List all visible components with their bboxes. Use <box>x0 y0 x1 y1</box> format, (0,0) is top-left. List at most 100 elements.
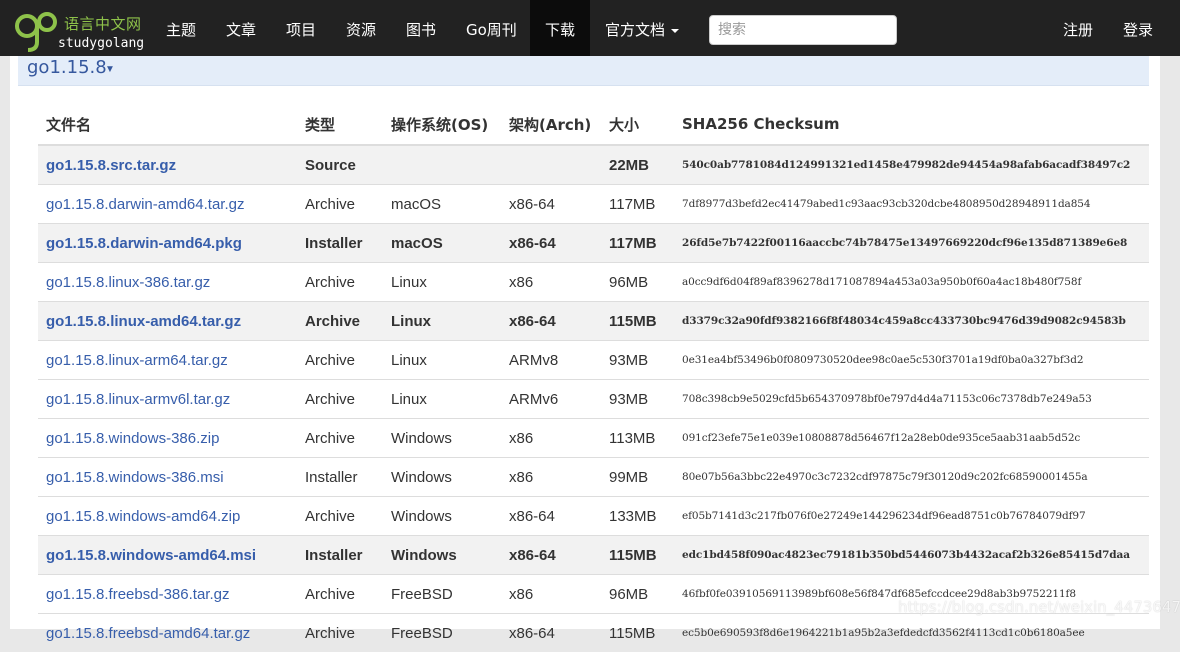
file-checksum: 26fd5e7b7422f00116aaccbc74b78475e1349766… <box>674 224 1149 263</box>
file-kind: Archive <box>297 419 383 458</box>
download-file-link[interactable]: go1.15.8.darwin-amd64.pkg <box>38 224 297 263</box>
file-kind: Source <box>297 145 383 185</box>
download-file-link[interactable]: go1.15.8.darwin-amd64.tar.gz <box>38 185 297 224</box>
nav-item-official-docs-label: 官方文档 <box>605 21 665 39</box>
gopher-logo-icon <box>14 6 60 52</box>
table-row: go1.15.8.windows-amd64.msiInstallerWindo… <box>38 536 1149 575</box>
file-kind: Installer <box>297 536 383 575</box>
file-arch <box>501 145 601 185</box>
file-arch: x86-64 <box>501 302 601 341</box>
site-logo[interactable]: 语言中文网 studygolang <box>14 6 144 52</box>
register-link[interactable]: 注册 <box>1048 0 1108 56</box>
nav-item-books[interactable]: 图书 <box>391 0 451 56</box>
file-os: Windows <box>383 536 501 575</box>
table-row: go1.15.8.freebsd-amd64.tar.gzArchiveFree… <box>38 614 1149 652</box>
file-checksum: a0cc9df6d04f89af8396278d171087894a453a03… <box>674 263 1149 302</box>
nav-item-topics[interactable]: 主题 <box>151 0 211 56</box>
download-file-link[interactable]: go1.15.8.windows-amd64.zip <box>38 497 297 536</box>
file-checksum: d3379c32a90fdf9382166f8f48034c459a8cc433… <box>674 302 1149 341</box>
file-size: 93MB <box>601 341 674 380</box>
table-row: go1.15.8.linux-386.tar.gzArchiveLinuxx86… <box>38 263 1149 302</box>
table-row: go1.15.8.windows-386.msiInstallerWindows… <box>38 458 1149 497</box>
file-os: Linux <box>383 263 501 302</box>
file-checksum: 708c398cb9e5029cfd5b654370978bf0e797d4d4… <box>674 380 1149 419</box>
file-arch: x86 <box>501 458 601 497</box>
file-os: Linux <box>383 302 501 341</box>
file-os: Windows <box>383 458 501 497</box>
file-os: macOS <box>383 224 501 263</box>
file-kind: Archive <box>297 614 383 652</box>
file-size: 99MB <box>601 458 674 497</box>
download-file-link[interactable]: go1.15.8.windows-386.msi <box>38 458 297 497</box>
table-row: go1.15.8.linux-arm64.tar.gzArchiveLinuxA… <box>38 341 1149 380</box>
nav-item-official-docs[interactable]: 官方文档 <box>590 0 694 56</box>
file-os: FreeBSD <box>383 575 501 614</box>
table-row: go1.15.8.windows-amd64.zipArchiveWindows… <box>38 497 1149 536</box>
nav-item-resources[interactable]: 资源 <box>331 0 391 56</box>
file-checksum: 7df8977d3befd2ec41479abed1c93aac93cb320d… <box>674 185 1149 224</box>
nav-item-download[interactable]: 下载 <box>530 0 590 56</box>
file-checksum: 0e31ea4bf53496b0f0809730520dee98c0ae5c53… <box>674 341 1149 380</box>
column-header-size: 大小 <box>601 104 674 145</box>
file-os: Linux <box>383 380 501 419</box>
table-row: go1.15.8.linux-amd64.tar.gzArchiveLinuxx… <box>38 302 1149 341</box>
file-kind: Archive <box>297 380 383 419</box>
file-size: 96MB <box>601 263 674 302</box>
file-os: FreeBSD <box>383 614 501 652</box>
file-kind: Archive <box>297 575 383 614</box>
file-checksum: 540c0ab7781084d124991321ed1458e479982de9… <box>674 145 1149 185</box>
file-checksum: 091cf23efe75e1e039e10808878d56467f12a28e… <box>674 419 1149 458</box>
top-navbar: 语言中文网 studygolang 主题 文章 项目 资源 图书 Go周刊 下载… <box>0 0 1180 56</box>
file-arch: x86 <box>501 419 601 458</box>
file-os <box>383 145 501 185</box>
column-header-kind: 类型 <box>297 104 383 145</box>
watermark: https://blog.csdn.net/weixin_44736475 <box>898 598 1180 616</box>
table-row: go1.15.8.src.tar.gzSource 22MB540c0ab7781… <box>38 145 1149 185</box>
nav-item-go-weekly[interactable]: Go周刊 <box>451 0 532 56</box>
download-file-link[interactable]: go1.15.8.linux-386.tar.gz <box>38 263 297 302</box>
download-file-link[interactable]: go1.15.8.linux-arm64.tar.gz <box>38 341 297 380</box>
file-size: 96MB <box>601 575 674 614</box>
version-header[interactable]: go1.15.8 ▼ <box>18 56 1149 86</box>
file-kind: Archive <box>297 341 383 380</box>
file-kind: Archive <box>297 302 383 341</box>
column-header-checksum: SHA256 Checksum <box>674 104 1149 145</box>
table-header-row: 文件名 类型 操作系统(OS) 架构(Arch) 大小 SHA256 Check… <box>38 104 1149 145</box>
file-arch: x86 <box>501 263 601 302</box>
login-link[interactable]: 登录 <box>1108 0 1168 56</box>
download-file-link[interactable]: go1.15.8.freebsd-amd64.tar.gz <box>38 614 297 652</box>
download-file-link[interactable]: go1.15.8.windows-amd64.msi <box>38 536 297 575</box>
table-row: go1.15.8.windows-386.zipArchiveWindowsx8… <box>38 419 1149 458</box>
file-arch: ARMv8 <box>501 341 601 380</box>
file-size: 113MB <box>601 419 674 458</box>
download-file-link[interactable]: go1.15.8.linux-armv6l.tar.gz <box>38 380 297 419</box>
version-title: go1.15.8 <box>27 57 107 78</box>
file-kind: Archive <box>297 497 383 536</box>
file-size: 117MB <box>601 224 674 263</box>
nav-item-projects[interactable]: 项目 <box>271 0 331 56</box>
download-file-link[interactable]: go1.15.8.windows-386.zip <box>38 419 297 458</box>
file-kind: Installer <box>297 224 383 263</box>
nav-item-articles[interactable]: 文章 <box>211 0 271 56</box>
file-os: Windows <box>383 497 501 536</box>
file-size: 22MB <box>601 145 674 185</box>
download-file-link[interactable]: go1.15.8.src.tar.gz <box>38 145 297 185</box>
file-size: 115MB <box>601 536 674 575</box>
file-checksum: ef05b7141d3c217fb076f0e27249e144296234df… <box>674 497 1149 536</box>
file-arch: x86-64 <box>501 224 601 263</box>
file-size: 115MB <box>601 614 674 652</box>
download-file-link[interactable]: go1.15.8.linux-amd64.tar.gz <box>38 302 297 341</box>
column-header-filename: 文件名 <box>38 104 297 145</box>
table-row: go1.15.8.darwin-amd64.pkgInstallermacOSx… <box>38 224 1149 263</box>
file-size: 93MB <box>601 380 674 419</box>
file-arch: x86-64 <box>501 536 601 575</box>
brand-name-english: studygolang <box>58 36 144 51</box>
table-row: go1.15.8.linux-armv6l.tar.gzArchiveLinux… <box>38 380 1149 419</box>
download-file-link[interactable]: go1.15.8.freebsd-386.tar.gz <box>38 575 297 614</box>
column-header-os: 操作系统(OS) <box>383 104 501 145</box>
search-input[interactable] <box>709 15 897 45</box>
chevron-down-icon <box>671 29 679 33</box>
file-arch: x86 <box>501 575 601 614</box>
file-size: 117MB <box>601 185 674 224</box>
table-row: go1.15.8.darwin-amd64.tar.gzArchivemacOS… <box>38 185 1149 224</box>
